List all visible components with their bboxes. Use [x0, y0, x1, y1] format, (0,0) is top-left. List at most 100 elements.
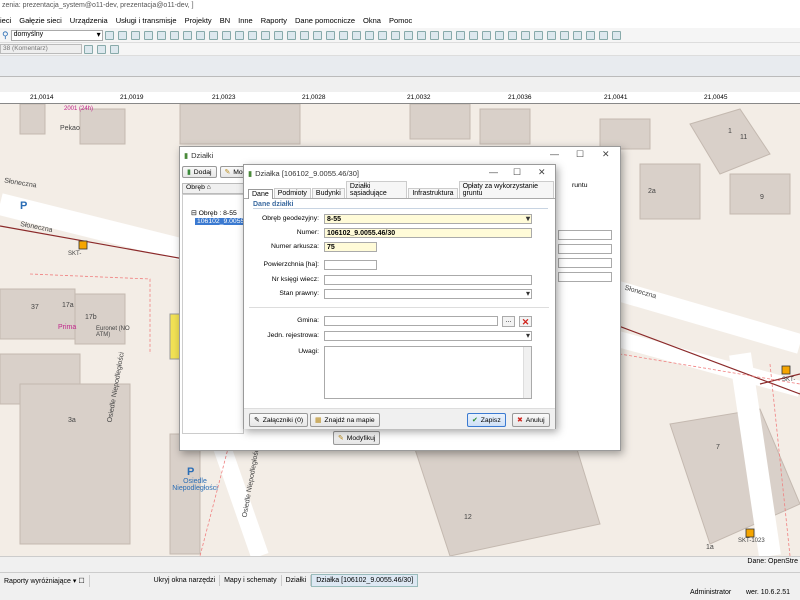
maximize-icon[interactable]: ☐: [513, 167, 521, 178]
tab-oplaty[interactable]: Opłaty za wykorzystanie gruntu: [458, 181, 554, 198]
taskbar-plot[interactable]: Działka [106102_9.0055.46/30]: [311, 574, 419, 587]
ksiega-field[interactable]: [324, 275, 532, 285]
plot-dialog[interactable]: ▮ Działka [106102_9.0055.46/30] — ☐ ✕ Da…: [243, 164, 556, 429]
taskbar-hide-tools[interactable]: Ukryj okna narzędzi: [150, 575, 221, 586]
tool-icon[interactable]: [299, 30, 309, 40]
tool-icon[interactable]: [208, 30, 218, 40]
plot-dialog-titlebar[interactable]: ▮ Działka [106102_9.0055.46/30]: [244, 165, 555, 181]
tool-icon[interactable]: [273, 30, 283, 40]
tool-icon[interactable]: [481, 30, 491, 40]
tool-icon[interactable]: [143, 30, 153, 40]
scrollbar[interactable]: [523, 347, 531, 398]
tool-icon[interactable]: [533, 30, 543, 40]
tool-icon[interactable]: [130, 30, 140, 40]
tool-icon[interactable]: [403, 30, 413, 40]
layer-combo[interactable]: 38 (Komentarz): [0, 44, 82, 54]
tool-icon[interactable]: [494, 30, 504, 40]
menu-projekty[interactable]: Projekty: [185, 16, 212, 25]
obreb-select[interactable]: 8-55: [324, 214, 532, 224]
tool-icon[interactable]: [611, 30, 621, 40]
browse-button[interactable]: ...: [502, 316, 515, 327]
arkusz-field[interactable]: 75: [324, 242, 377, 252]
tool-icon[interactable]: [351, 30, 361, 40]
tool-icon[interactable]: [182, 30, 192, 40]
cancel-button[interactable]: ✖ Anuluj: [512, 413, 550, 427]
tree-group[interactable]: ⊟ Obręb : 8-55: [183, 195, 243, 217]
line-icon[interactable]: [97, 44, 106, 54]
tool-icon[interactable]: [572, 30, 582, 40]
profile-combo[interactable]: domyślny: [10, 29, 103, 41]
tool-icon[interactable]: [442, 30, 452, 40]
taskbar-plots[interactable]: Działki: [282, 575, 312, 586]
minimize-icon[interactable]: —: [550, 149, 559, 159]
menu-okna[interactable]: Okna: [363, 16, 381, 25]
tool-icon[interactable]: [221, 30, 231, 40]
search-icon[interactable]: ⚲: [2, 30, 9, 41]
close-icon[interactable]: ✕: [602, 149, 610, 160]
collapse-icon[interactable]: ⊟: [191, 210, 197, 217]
uwagi-textarea[interactable]: [324, 346, 532, 399]
tool-icon[interactable]: [546, 30, 556, 40]
tool-icon[interactable]: [429, 30, 439, 40]
taskbar-reports[interactable]: Raporty wyróżniające ▾ ☐: [0, 574, 90, 587]
tool-icon[interactable]: [364, 30, 374, 40]
jedn-select[interactable]: [324, 331, 532, 341]
tool-icon[interactable]: [247, 30, 257, 40]
field[interactable]: [558, 258, 612, 268]
taskbar-maps[interactable]: Mapy i schematy: [220, 575, 282, 586]
tool-icon[interactable]: [156, 30, 166, 40]
tab-dane[interactable]: Dane: [248, 189, 273, 199]
save-button[interactable]: ✔ Zapisz: [467, 413, 506, 427]
tool-icon[interactable]: [416, 30, 426, 40]
pen-icon[interactable]: [84, 44, 93, 54]
menu-bn[interactable]: BN: [220, 16, 230, 25]
plots-tree[interactable]: ⊟ Obręb : 8-55 106102_9.0055.: [182, 194, 246, 434]
numer-field[interactable]: 106102_9.0055.46/30: [324, 228, 532, 238]
add-button[interactable]: ▮ Dodaj: [182, 166, 217, 178]
clear-icon[interactable]: ✕: [519, 316, 532, 327]
tool-icon[interactable]: [390, 30, 400, 40]
tool-icon[interactable]: [169, 30, 179, 40]
menu-galezie[interactable]: Gałęzie sieci: [19, 16, 62, 25]
tool-icon[interactable]: [195, 30, 205, 40]
tool-icon[interactable]: [312, 30, 322, 40]
stan-select[interactable]: [324, 289, 532, 299]
tab-dzialki-sasiadujace[interactable]: Działki sąsiadujące: [345, 181, 408, 198]
modify-bottom-button[interactable]: ✎ Modyfikuj: [333, 431, 381, 445]
field[interactable]: [558, 272, 612, 282]
menu-pomoc[interactable]: Pomoc: [389, 16, 412, 25]
tree-item[interactable]: 106102_9.0055.: [195, 218, 246, 225]
tool-icon[interactable]: [598, 30, 608, 40]
tab-podmioty[interactable]: Podmioty: [273, 188, 311, 198]
minimize-icon[interactable]: —: [489, 167, 498, 177]
maximize-icon[interactable]: ☐: [576, 149, 584, 160]
tool-icon[interactable]: [286, 30, 296, 40]
tool-icon[interactable]: [338, 30, 348, 40]
tab-infrastruktura[interactable]: Infrastruktura: [408, 188, 458, 198]
pow-field[interactable]: [324, 260, 377, 270]
tool-icon[interactable]: [110, 44, 119, 54]
tool-icon[interactable]: [559, 30, 569, 40]
tool-icon[interactable]: [377, 30, 387, 40]
close-icon[interactable]: ✕: [538, 167, 546, 178]
menu-dane[interactable]: Dane pomocnicze: [295, 16, 355, 25]
field[interactable]: [558, 230, 612, 240]
find-on-map-button[interactable]: ▦ Znajdź na mapie: [310, 413, 380, 427]
tool-icon[interactable]: [260, 30, 270, 40]
tool-icon[interactable]: [468, 30, 478, 40]
tool-icon[interactable]: [520, 30, 530, 40]
attachments-button[interactable]: ✎ Załączniki (0): [249, 413, 309, 427]
menu-inne[interactable]: Inne: [238, 16, 253, 25]
tool-icon[interactable]: [455, 30, 465, 40]
field[interactable]: [558, 244, 612, 254]
tab-budynki[interactable]: Budynki: [311, 188, 345, 198]
menu-uslugi[interactable]: Usługi i transmisje: [116, 16, 177, 25]
tool-icon[interactable]: [585, 30, 595, 40]
tool-icon[interactable]: [104, 30, 114, 40]
tool-icon[interactable]: [325, 30, 335, 40]
menu-sieci[interactable]: ieci: [0, 16, 11, 25]
menu-raporty[interactable]: Raporty: [261, 16, 287, 25]
menu-urzadzenia[interactable]: Urządzenia: [70, 16, 108, 25]
gmina-field[interactable]: [324, 316, 498, 326]
tool-icon[interactable]: [234, 30, 244, 40]
